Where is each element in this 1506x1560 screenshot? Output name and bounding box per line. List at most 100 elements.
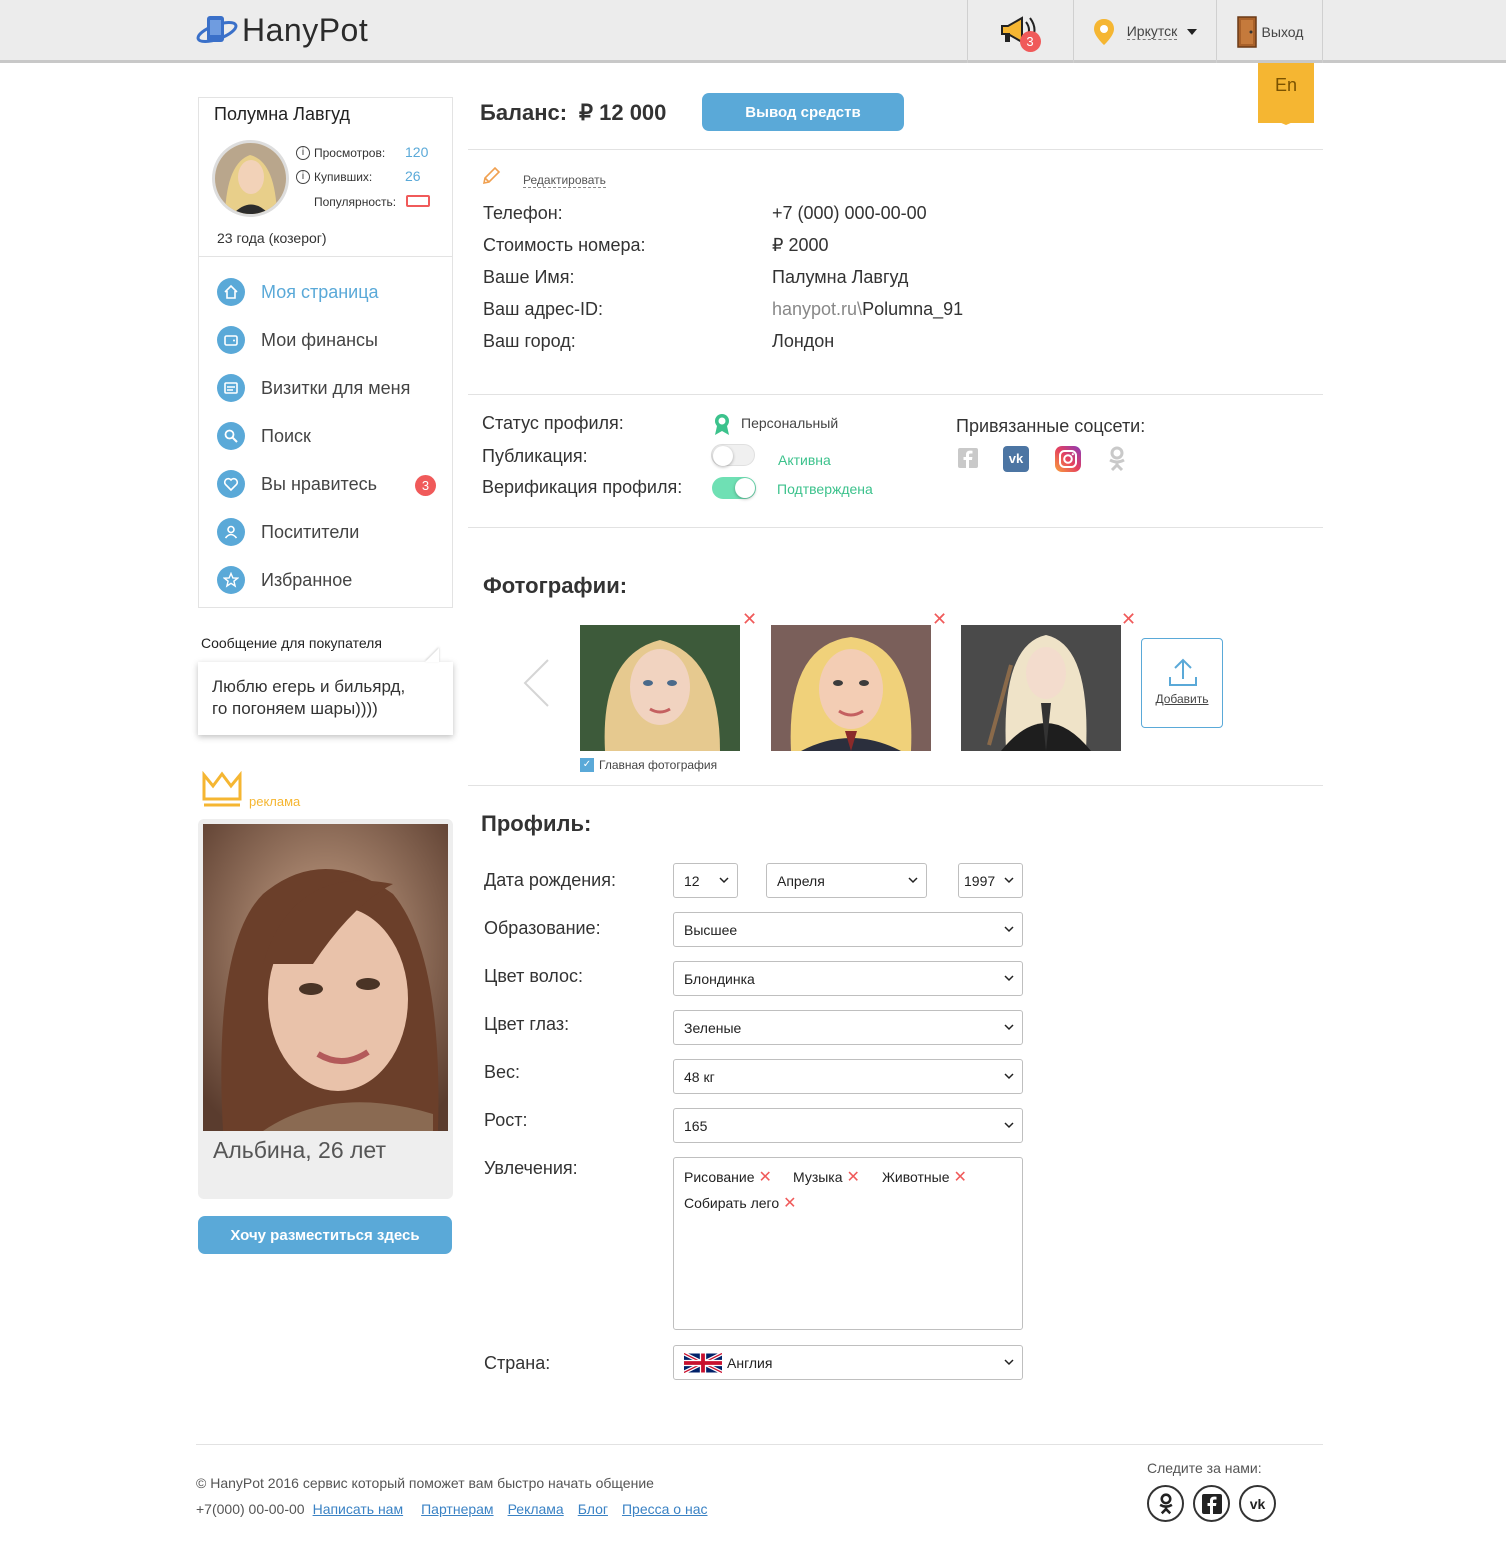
address-value: hanypot.ru\Polumna_91 <box>772 299 963 320</box>
birth-month-select[interactable]: Апреля <box>766 863 927 898</box>
footer-odnoklassniki-icon[interactable] <box>1147 1485 1184 1522</box>
footer-link-ads[interactable]: Реклама <box>508 1501 564 1517</box>
add-photo-button[interactable]: Добавить <box>1141 638 1223 728</box>
delete-photo-icon[interactable]: ✕ <box>932 610 947 628</box>
hobby-label: Музыка <box>793 1169 843 1185</box>
footer-link-blog[interactable]: Блог <box>578 1501 608 1517</box>
nav-label: Поситители <box>261 521 360 542</box>
remove-tag-icon[interactable]: ✕ <box>783 1195 796 1212</box>
nav-visitors[interactable]: Поситители <box>217 518 359 546</box>
withdraw-button[interactable]: Вывод средств <box>702 93 904 131</box>
nav-my-page[interactable]: Моя страница <box>217 278 379 306</box>
status-value: Персональный <box>741 415 839 431</box>
remove-tag-icon[interactable]: ✕ <box>954 1169 967 1186</box>
profile-title: Профиль: <box>481 811 592 836</box>
remove-tag-icon[interactable]: ✕ <box>759 1169 772 1186</box>
hair-select[interactable]: Блондинка <box>673 961 1023 996</box>
price-value: ₽ 2000 <box>772 235 829 255</box>
verification-toggle[interactable] <box>712 477 756 499</box>
logo-icon <box>196 16 238 43</box>
user-age: 23 года (козерог) <box>217 230 327 246</box>
main-photo-label: Главная фотография <box>599 758 718 772</box>
weight-select[interactable]: 48 кг <box>673 1059 1023 1094</box>
education-label: Образование: <box>484 918 601 938</box>
main-photo-checkbox[interactable]: ✓ Главная фотография <box>580 758 717 772</box>
logo-text: HanyPot <box>242 11 369 48</box>
select-value: 12 <box>684 872 700 889</box>
chevron-left-icon[interactable] <box>522 658 550 708</box>
footer-facebook-icon[interactable] <box>1193 1485 1230 1522</box>
eyes-select[interactable]: Зеленые <box>673 1010 1023 1045</box>
name-value: Палумна Лавгуд <box>772 267 909 287</box>
education-select[interactable]: Высшее <box>673 912 1023 947</box>
profile-card: Полумна Лавгуд i Просмотров: 120 i Купив… <box>198 97 453 608</box>
chevron-down-icon <box>1004 975 1014 982</box>
status-label: Статус профиля: <box>482 413 624 433</box>
publication-toggle[interactable] <box>711 444 755 466</box>
facebook-icon[interactable] <box>958 448 978 468</box>
hobby-tag: Собирать лего ✕ <box>684 1193 797 1213</box>
birth-day-select[interactable]: 12 <box>673 863 738 898</box>
balance-amount: ₽ 12 000 <box>579 100 667 125</box>
chevron-down-icon <box>1004 926 1014 933</box>
user-avatar[interactable] <box>212 140 289 217</box>
footer-vk-icon[interactable]: vk <box>1239 1485 1276 1522</box>
country-select[interactable]: Англия <box>673 1345 1023 1380</box>
nav-search[interactable]: Поиск <box>217 422 311 450</box>
verification-value: Подтверждена <box>777 481 873 497</box>
edit-link[interactable]: Редактировать <box>523 173 606 188</box>
language-label: En <box>1274 75 1298 95</box>
advertise-button[interactable]: Хочу разместиться здесь <box>198 1216 452 1254</box>
nav-finances[interactable]: Мои финансы <box>217 326 378 354</box>
nav-likes[interactable]: Вы нравитесь 3 <box>217 470 437 498</box>
toggle-knob <box>713 446 733 466</box>
caret-down-icon <box>1187 28 1198 35</box>
delete-photo-icon[interactable]: ✕ <box>742 610 757 628</box>
ad-caption: Альбина, 26 лет <box>213 1137 386 1163</box>
chevron-down-icon <box>1004 1024 1014 1031</box>
vk-icon[interactable]: vk <box>1003 446 1029 472</box>
photo-thumb[interactable] <box>961 625 1121 751</box>
city-label: Иркутск <box>1126 23 1178 40</box>
delete-photo-icon[interactable]: ✕ <box>1121 610 1136 628</box>
language-switch[interactable]: En <box>1258 63 1314 125</box>
height-select[interactable]: 165 <box>673 1108 1023 1143</box>
footer-link-partners[interactable]: Партнерам <box>421 1501 493 1517</box>
name-label: Ваше Имя: <box>483 267 575 287</box>
nav-label: Моя страница <box>261 281 379 302</box>
social-label: Привязанные соцсети: <box>956 416 1146 436</box>
footer-link-press[interactable]: Пресса о нас <box>622 1501 708 1517</box>
search-icon <box>217 422 245 450</box>
nav-cards[interactable]: Визитки для меня <box>217 374 410 402</box>
country-label: Страна: <box>484 1353 551 1373</box>
pencil-icon <box>482 166 501 185</box>
app-root: HanyPot 3 Иркутск Выход En Полумна Лавгу… <box>0 0 1506 1560</box>
heart-icon <box>217 470 245 498</box>
verification-label: Верификация профиля: <box>482 477 683 497</box>
odnoklassniki-icon[interactable] <box>1108 446 1126 472</box>
birth-year-select[interactable]: 1997 <box>958 863 1023 898</box>
chevron-down-icon <box>1004 1359 1014 1366</box>
ad-card[interactable]: Альбина, 26 лет <box>198 819 453 1199</box>
photo-thumb[interactable] <box>771 625 931 751</box>
city-label: Ваш город: <box>483 331 576 351</box>
logo[interactable]: HanyPot <box>196 8 368 52</box>
divider <box>468 394 1323 395</box>
footer-link-contact[interactable]: Написать нам <box>313 1501 404 1517</box>
birth-label: Дата рождения: <box>484 870 616 890</box>
photo-thumb[interactable] <box>580 625 740 751</box>
instagram-icon[interactable] <box>1055 446 1081 472</box>
message-bubble[interactable]: Люблю егерь и бильярд, го погоняем шары)… <box>198 662 453 735</box>
hobbies-field[interactable]: Рисование ✕ Музыка ✕ Животные ✕ Собирать ле… <box>673 1157 1023 1330</box>
hobby-tag: Рисование ✕ <box>684 1167 772 1187</box>
remove-tag-icon[interactable]: ✕ <box>847 1169 860 1186</box>
location-pin-icon <box>1093 18 1114 45</box>
nav-label: Мои финансы <box>261 329 378 350</box>
notifications-button[interactable]: 3 <box>967 0 1073 63</box>
likes-badge: 3 <box>415 475 436 496</box>
card-divider <box>199 256 452 257</box>
nav-favorites[interactable]: Избранное <box>217 566 352 594</box>
logout-label: Выход <box>1261 23 1304 40</box>
city-selector[interactable]: Иркутск <box>1073 0 1216 63</box>
logout-button[interactable]: Выход <box>1216 0 1323 63</box>
